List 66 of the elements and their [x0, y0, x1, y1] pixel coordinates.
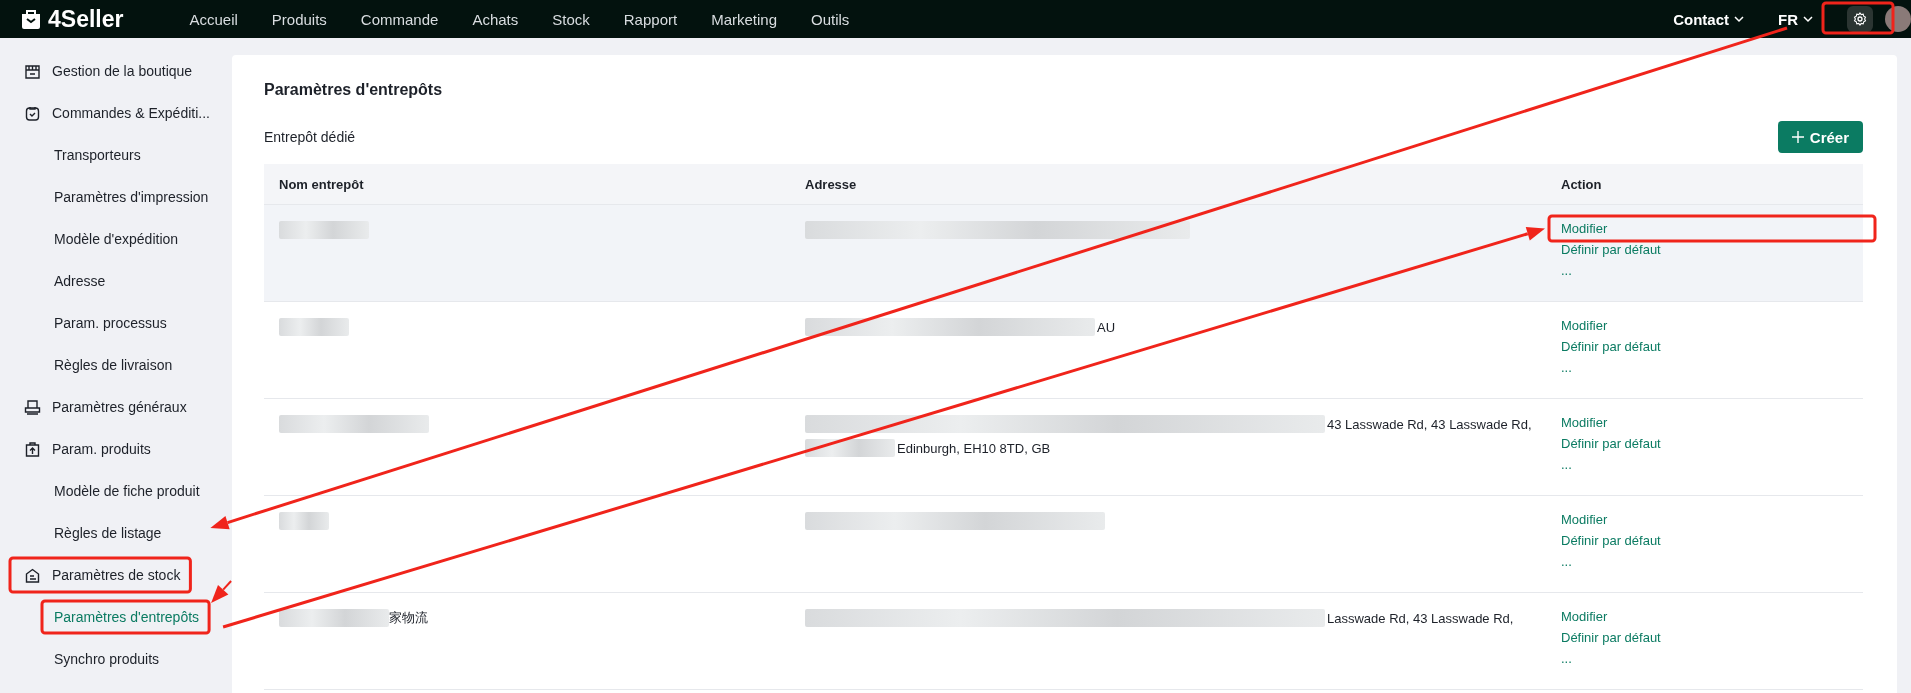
create-button[interactable]: Créer	[1777, 121, 1863, 153]
set-default-link[interactable]: Définir par défaut	[1561, 533, 1863, 548]
printer-icon	[24, 398, 41, 416]
sidebar-item[interactable]: Param. processus	[0, 302, 230, 344]
sidebar-item[interactable]: Règles de livraison	[0, 344, 230, 386]
shop-icon	[24, 62, 41, 80]
more-link[interactable]: ...	[1561, 457, 1863, 472]
sidebar-item[interactable]: Paramètres de stock	[0, 554, 230, 596]
settings-button[interactable]	[1847, 6, 1873, 32]
sidebar-item[interactable]: Transporteurs	[0, 134, 230, 176]
dropdown-button[interactable]: FR	[1778, 10, 1813, 28]
blurred-text	[279, 512, 329, 530]
set-default-link[interactable]: Définir par défaut	[1561, 242, 1863, 257]
nav-link[interactable]: Commande	[360, 10, 439, 28]
sidebar-item[interactable]: Gestion de la boutique	[0, 50, 230, 92]
box-icon	[24, 566, 41, 584]
nav-link[interactable]: Stock	[552, 10, 590, 28]
bag-icon	[24, 104, 41, 122]
nav-link[interactable]: Marketing	[711, 10, 777, 28]
dropdown-button[interactable]: Contact	[1673, 10, 1744, 28]
sidebar-item[interactable]: Paramètres généraux	[0, 386, 230, 428]
nav-link[interactable]: Produits	[271, 10, 327, 28]
table-cell: AU	[1097, 319, 1116, 335]
sidebar-item[interactable]: Commandes & Expéditi...	[0, 92, 230, 134]
sidebar-item[interactable]: Paramètres d'impression	[0, 176, 230, 218]
sidebar-item[interactable]: Modèle de fiche produit	[0, 470, 230, 512]
page-title: Paramètres d'entrepôts	[264, 81, 444, 100]
nav-link[interactable]: Achats	[472, 10, 519, 28]
sidebar-item[interactable]: Règles de listage	[0, 512, 230, 554]
table-cell: Edinburgh, EH10 8TD, GB	[897, 440, 1051, 456]
blurred-text	[279, 318, 349, 336]
table-cell: Lasswade Rd, 43 Lasswade Rd,	[1327, 610, 1514, 626]
column-header: Action	[1560, 176, 1603, 192]
more-link[interactable]: ...	[1561, 651, 1863, 666]
more-link[interactable]: ...	[1561, 360, 1863, 375]
table-cell: 家物流	[389, 609, 428, 627]
edit-link[interactable]: Modifier	[1561, 221, 1863, 236]
logo-text: 4Seller	[48, 5, 124, 33]
edit-link[interactable]: Modifier	[1561, 415, 1863, 430]
upload-icon	[24, 440, 41, 458]
avatar[interactable]	[1885, 6, 1911, 32]
chevron-down-icon	[1734, 15, 1744, 23]
more-link[interactable]: ...	[1561, 554, 1863, 569]
edit-link[interactable]: Modifier	[1561, 512, 1863, 527]
nav-link[interactable]: Rapport	[623, 10, 678, 28]
set-default-link[interactable]: Définir par défaut	[1561, 339, 1863, 354]
more-link[interactable]: ...	[1561, 263, 1863, 278]
sidebar-item[interactable]: Adresse	[0, 260, 230, 302]
sidebar-item[interactable]: Paramètres d'entrepôts	[0, 596, 230, 638]
edit-link[interactable]: Modifier	[1561, 609, 1863, 624]
nav-link[interactable]: Accueil	[189, 10, 238, 28]
chevron-down-icon	[1803, 15, 1813, 23]
section-label: Entrepôt dédié	[264, 129, 356, 145]
nav-link[interactable]: Outils	[811, 10, 850, 28]
settings-icon	[1853, 12, 1867, 26]
sidebar-item[interactable]: Modèle d'expédition	[0, 218, 230, 260]
table-cell: 43 Lasswade Rd, 43 Lasswade Rd,	[1327, 416, 1532, 432]
bag-icon	[20, 8, 42, 30]
sidebar-item[interactable]: Synchro produits	[0, 638, 230, 680]
column-header: Adresse	[804, 176, 858, 192]
set-default-link[interactable]: Définir par défaut	[1561, 436, 1863, 451]
column-header: Nom entrepôt	[278, 176, 365, 192]
set-default-link[interactable]: Définir par défaut	[1561, 630, 1863, 645]
edit-link[interactable]: Modifier	[1561, 318, 1863, 333]
plus-icon	[1791, 131, 1804, 143]
sidebar-item[interactable]: Param. produits	[0, 428, 230, 470]
